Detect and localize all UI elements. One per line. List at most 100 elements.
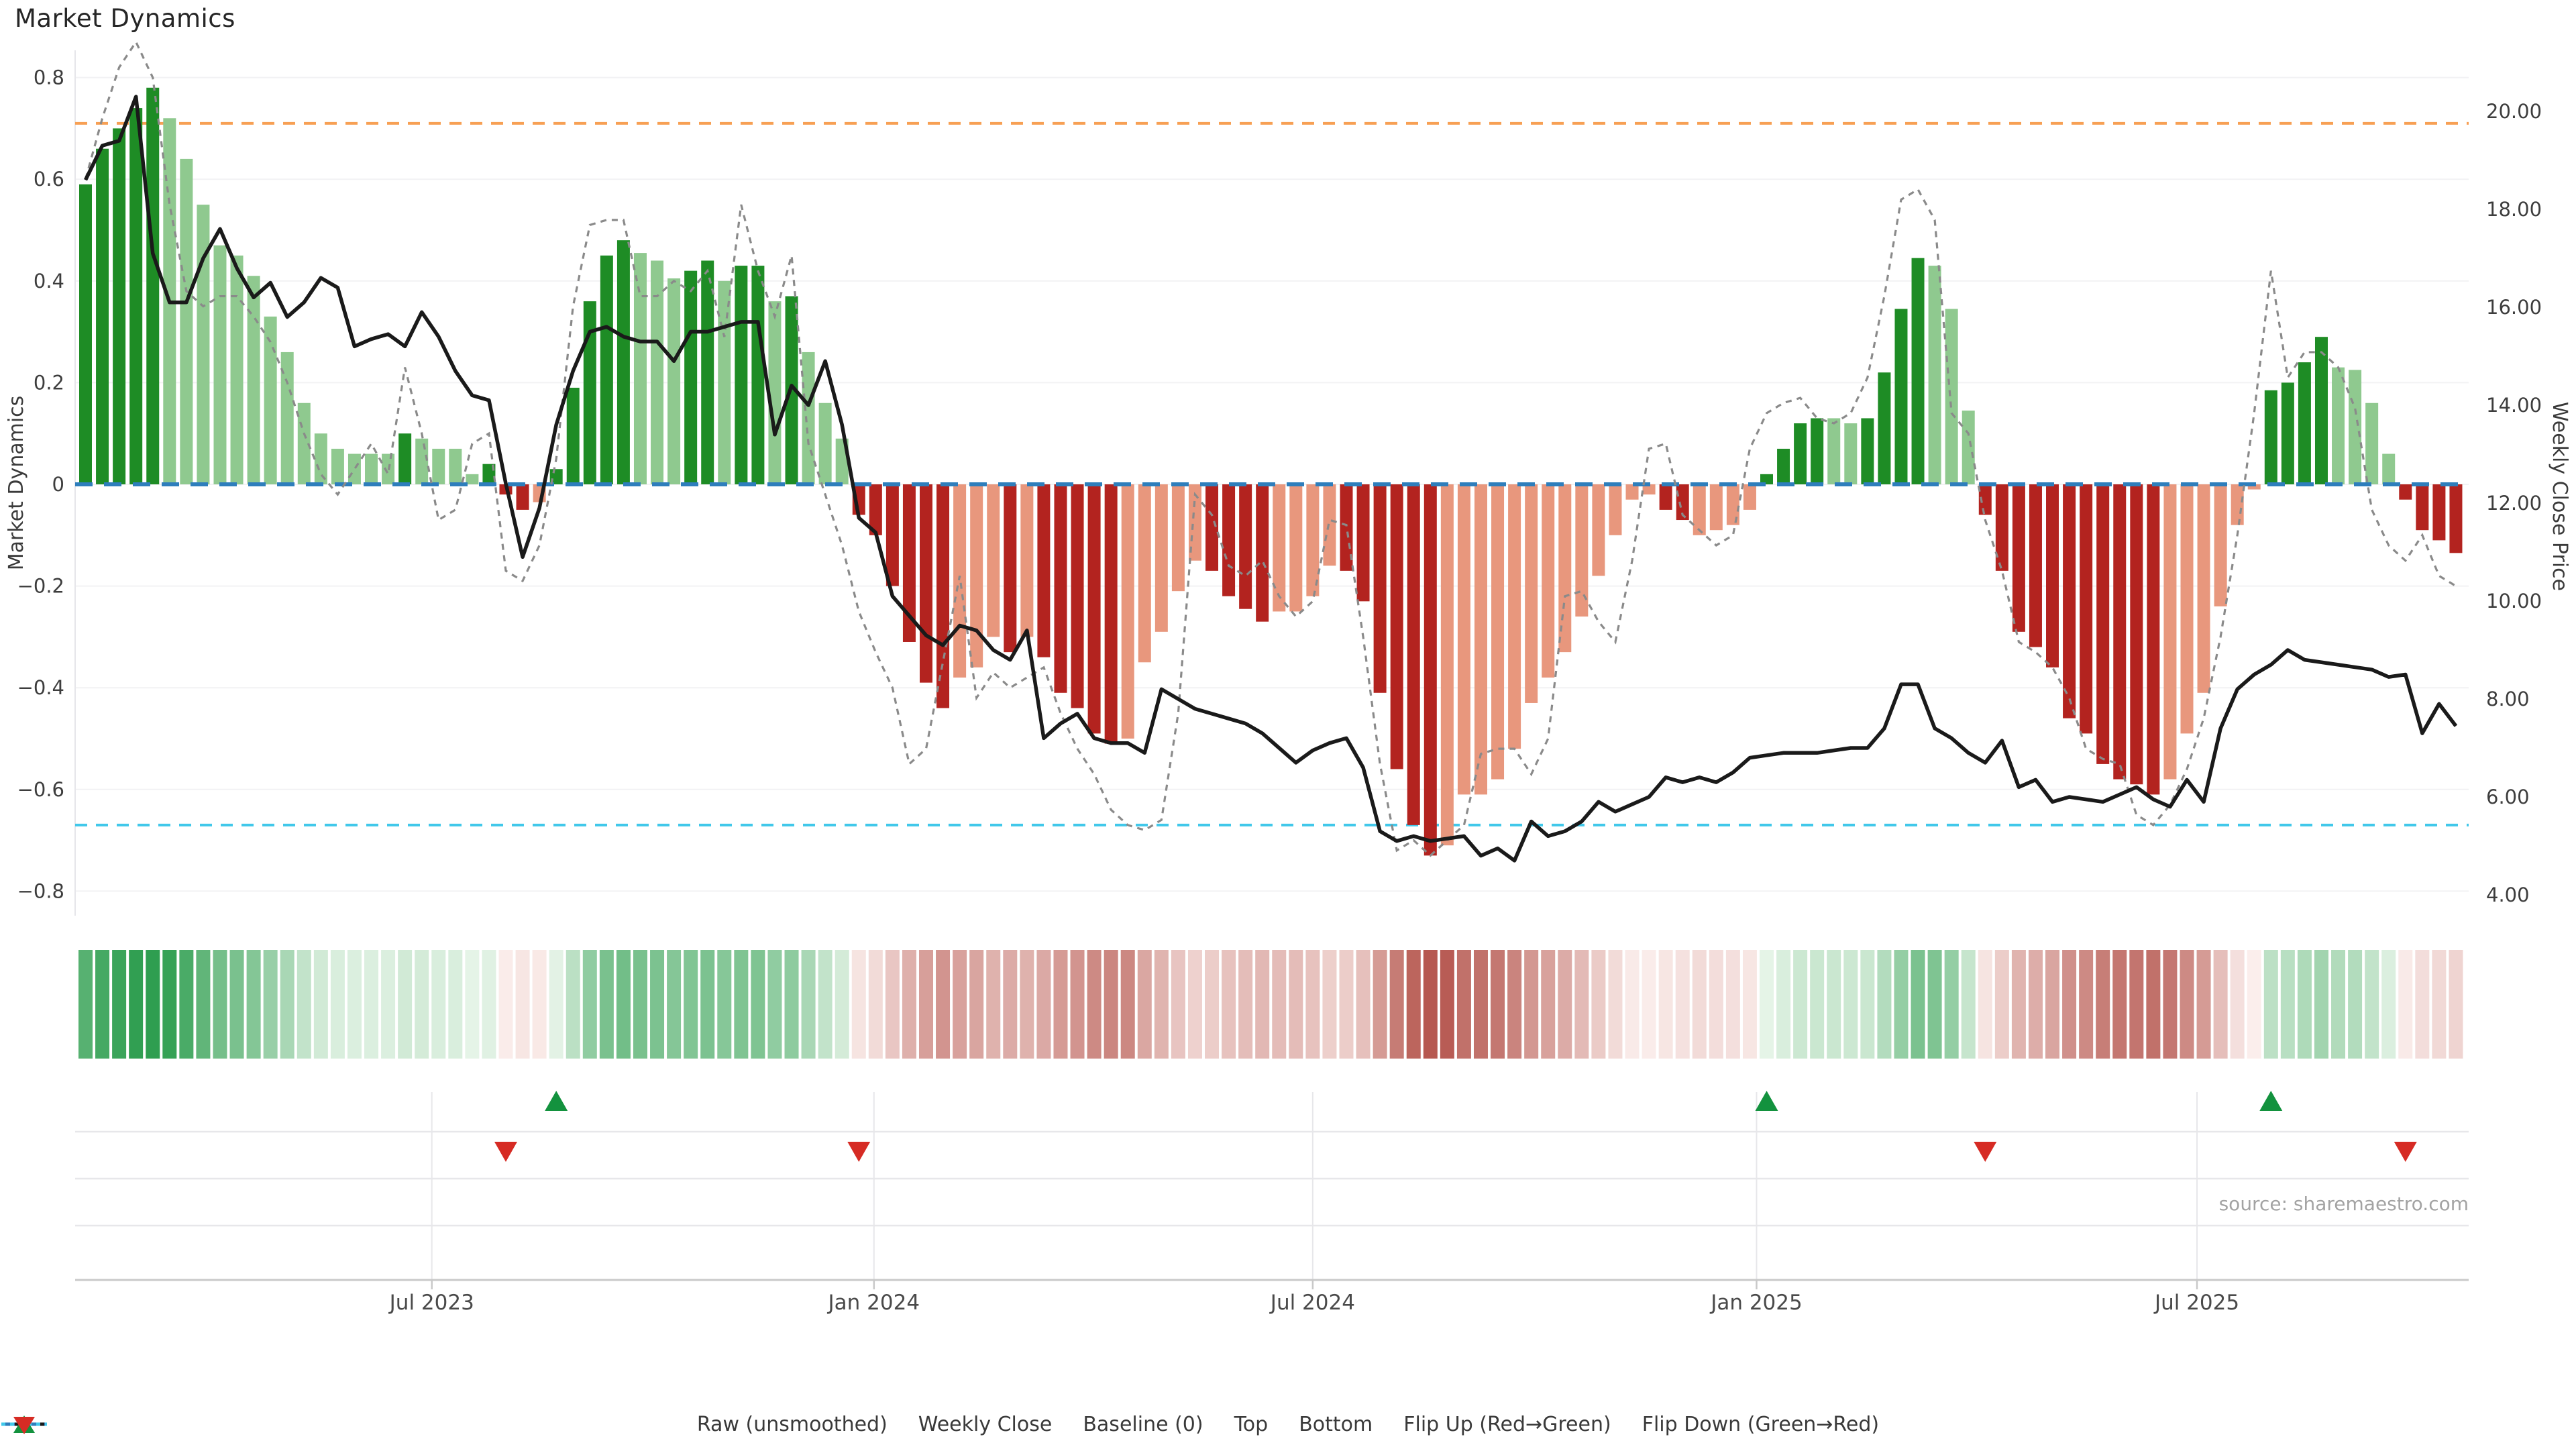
heatmap-cell bbox=[1894, 950, 1909, 1059]
heatmap-cell bbox=[162, 950, 177, 1059]
heatmap-cell bbox=[2314, 950, 2328, 1059]
dynamics-bar bbox=[1087, 484, 1101, 734]
heatmap-cell bbox=[851, 950, 866, 1059]
dynamics-bar bbox=[2063, 484, 2076, 718]
heatmap-cell bbox=[868, 950, 883, 1059]
legend-label: Raw (unsmoothed) bbox=[696, 1413, 888, 1436]
dynamics-bar bbox=[651, 260, 664, 484]
dynamics-bar bbox=[2046, 484, 2059, 667]
heatmap-cell bbox=[986, 950, 1001, 1059]
dynamics-bar bbox=[1844, 423, 1858, 484]
right-tick-label: 8.00 bbox=[2486, 688, 2530, 710]
dynamics-bar bbox=[2163, 484, 2177, 780]
heatmap-cell bbox=[1911, 950, 1925, 1059]
dynamics-bar bbox=[1474, 484, 1487, 795]
dynamics-bar bbox=[2113, 484, 2127, 780]
dynamics-bar bbox=[1171, 484, 1185, 592]
heatmap-cell bbox=[112, 950, 127, 1059]
heatmap-cell bbox=[2432, 950, 2447, 1059]
dynamics-bar bbox=[718, 280, 731, 484]
dynamics-bar bbox=[1121, 484, 1134, 739]
dynamics-bar bbox=[600, 255, 613, 484]
heatmap-cell bbox=[498, 950, 513, 1059]
left-tick-label: −0.4 bbox=[17, 676, 64, 699]
heatmap-cell bbox=[1406, 950, 1421, 1059]
heatmap-cell bbox=[717, 950, 732, 1059]
dynamics-bar bbox=[1491, 484, 1505, 780]
heatmap-cell bbox=[381, 950, 396, 1059]
right-tick-label: 12.00 bbox=[2486, 492, 2542, 515]
dynamics-bar bbox=[516, 484, 529, 510]
dynamics-bar bbox=[2012, 484, 2025, 632]
legend-item: Bottom bbox=[1, 1413, 1373, 1436]
heatmap-cell bbox=[280, 950, 294, 1059]
heatmap-cell bbox=[1675, 950, 1690, 1059]
heatmap-cell bbox=[465, 950, 480, 1059]
dynamics-bar bbox=[2332, 367, 2345, 484]
heatmap-cell bbox=[1070, 950, 1085, 1059]
heatmap-cell bbox=[2415, 950, 2430, 1059]
heatmap-cell bbox=[2062, 950, 2077, 1059]
dynamics-bar bbox=[2080, 484, 2093, 734]
dynamics-bar bbox=[129, 108, 143, 484]
heatmap-cell bbox=[515, 950, 530, 1059]
dynamics-bar bbox=[1424, 484, 1437, 856]
heatmap-cell bbox=[1305, 950, 1320, 1059]
dynamics-bar bbox=[331, 448, 344, 484]
dynamics-bar bbox=[398, 433, 412, 484]
dynamics-bar bbox=[2365, 402, 2379, 484]
dynamics-bar bbox=[1894, 309, 1908, 484]
dynamics-bar bbox=[2349, 370, 2362, 484]
dynamics-bar bbox=[2449, 484, 2463, 553]
heatmap-cell bbox=[667, 950, 682, 1059]
heatmap-cell bbox=[1120, 950, 1135, 1059]
heatmap-cell bbox=[2045, 950, 2060, 1059]
dynamics-bar bbox=[2281, 382, 2294, 484]
heatmap-cell bbox=[751, 950, 765, 1059]
heatmap-cell bbox=[1541, 950, 1556, 1059]
x-tick-label: Jul 2024 bbox=[1269, 1291, 1355, 1315]
dynamics-bar bbox=[633, 253, 647, 484]
heatmap-cell bbox=[1860, 950, 1875, 1059]
dynamics-bar bbox=[1962, 411, 1975, 484]
heatmap-cell bbox=[448, 950, 463, 1059]
dynamics-bar bbox=[953, 484, 967, 678]
dynamics-bar bbox=[1155, 484, 1168, 632]
dynamics-bar bbox=[936, 484, 950, 708]
dynamics-bar bbox=[197, 205, 210, 484]
heatmap-cell bbox=[1843, 950, 1858, 1059]
legend-label: Weekly Close bbox=[918, 1413, 1053, 1436]
heatmap-cell bbox=[1423, 950, 1438, 1059]
right-tick-label: 6.00 bbox=[2486, 786, 2530, 808]
dynamics-bar bbox=[1273, 484, 1286, 612]
heatmap-cell bbox=[1356, 950, 1371, 1059]
heatmap-cell bbox=[532, 950, 547, 1059]
heatmap-cell bbox=[2297, 950, 2312, 1059]
heatmap-cell bbox=[1104, 950, 1118, 1059]
dynamics-bar bbox=[146, 87, 160, 484]
dynamics-bar bbox=[1777, 448, 1790, 484]
dynamics-bar bbox=[1659, 484, 1672, 510]
heatmap-cell bbox=[1944, 950, 1959, 1059]
dynamics-bar bbox=[415, 438, 429, 484]
heatmap-cell bbox=[1658, 950, 1673, 1059]
heatmap-cell bbox=[1322, 950, 1337, 1059]
heatmap-cell bbox=[1289, 950, 1303, 1059]
heatmap-cell bbox=[2449, 950, 2463, 1059]
heatmap-cell bbox=[1776, 950, 1791, 1059]
heatmap-cell bbox=[616, 950, 631, 1059]
dynamics-bar bbox=[1256, 484, 1269, 622]
heatmap-cell bbox=[330, 950, 345, 1059]
dynamics-bar bbox=[2214, 484, 2227, 606]
chart-canvas: Market Dynamics 0.8 0.6 0.4 0.2 0 −0.2 −0.4 −0.… bbox=[0, 0, 2576, 1449]
dynamics-bar bbox=[2231, 484, 2244, 525]
dynamics-bar bbox=[1827, 418, 1841, 484]
x-tick-label: Jul 2023 bbox=[388, 1291, 474, 1315]
dynamics-bar bbox=[1004, 484, 1017, 653]
heatmap-cell bbox=[2381, 950, 2396, 1059]
heatmap-cell bbox=[1389, 950, 1404, 1059]
heatmap-cell bbox=[1171, 950, 1185, 1059]
heatmap-cell bbox=[1574, 950, 1589, 1059]
heatmap-cell bbox=[196, 950, 211, 1059]
dynamics-bar bbox=[2432, 484, 2446, 541]
